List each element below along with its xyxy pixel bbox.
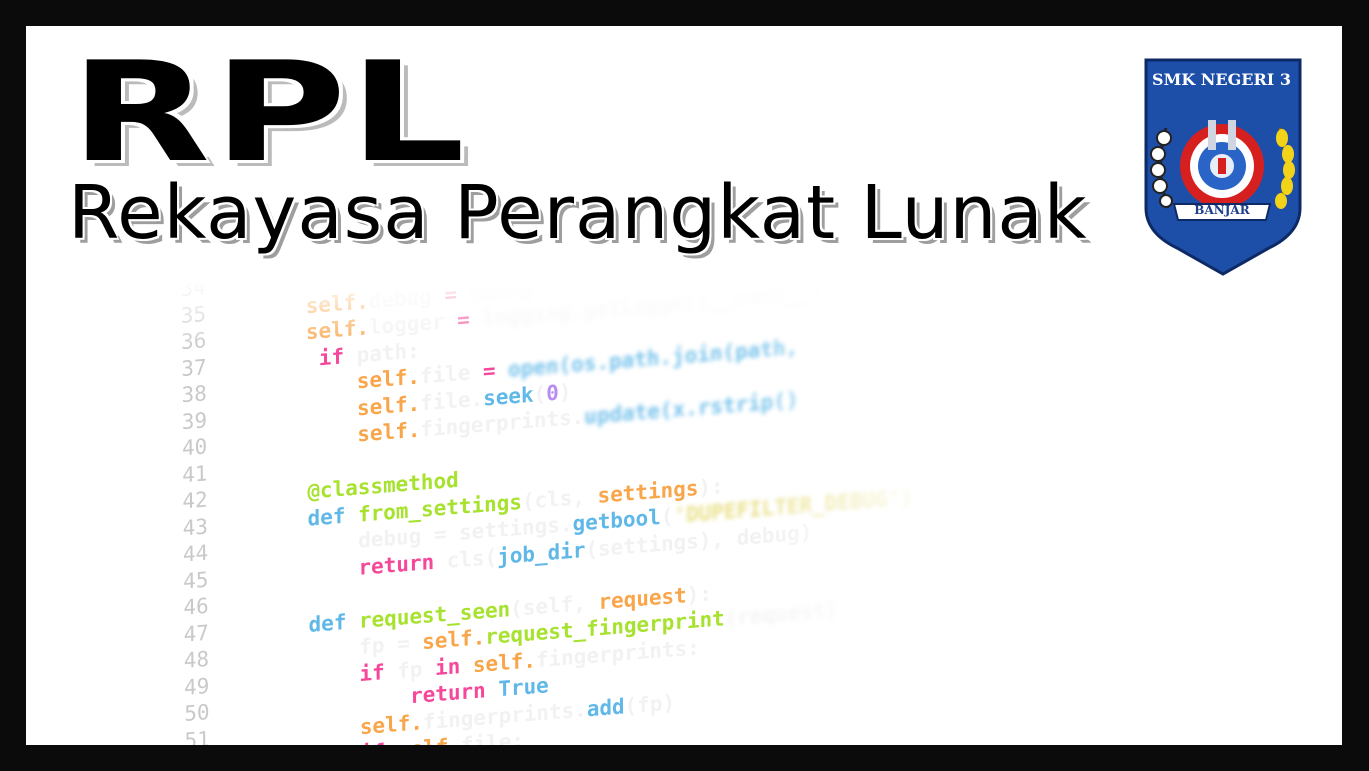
school-logo-emblem (1144, 58, 1302, 276)
page-title: RPL (70, 32, 468, 193)
code-fade-top (26, 281, 1342, 351)
banner: 3435self.debug = debug36self.logger = lo… (26, 26, 1342, 745)
code-background-image: 3435self.debug = debug36self.logger = lo… (26, 281, 1342, 745)
logo-top-text: SMK NEGERI 3 (1152, 70, 1291, 89)
outer-frame: 3435self.debug = debug36self.logger = lo… (0, 0, 1369, 771)
logo-bottom-text: BANJAR (1194, 203, 1250, 217)
page-subtitle: Rekayasa Perangkat Lunak (68, 170, 1088, 256)
school-logo: SMK NEGERI 3 BANJAR (1144, 58, 1304, 278)
